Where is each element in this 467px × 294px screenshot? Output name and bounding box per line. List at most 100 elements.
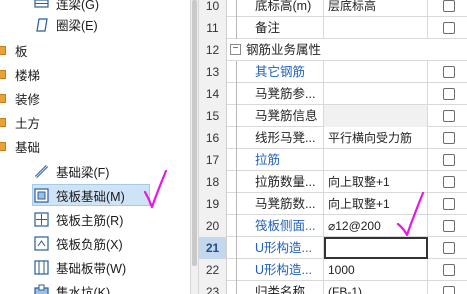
group-guide-line <box>236 83 237 105</box>
row-number[interactable]: 13 <box>199 61 227 83</box>
attach-checkbox[interactable] <box>443 88 455 100</box>
attach-checkbox[interactable] <box>443 220 455 232</box>
property-name: 马凳筋数... <box>227 193 324 215</box>
property-row[interactable]: 22 U形构造... 1000 <box>199 259 467 281</box>
property-row[interactable]: 13 其它钢筋 <box>199 61 467 83</box>
property-value[interactable] <box>324 17 428 39</box>
group-guide-line <box>236 259 237 281</box>
attach-checkbox[interactable] <box>443 198 455 210</box>
property-value[interactable] <box>324 149 428 171</box>
row-number[interactable]: 18 <box>199 171 227 193</box>
tree-item[interactable]: 筏板主筋(R) <box>0 208 190 231</box>
tree-category[interactable]: 基础 <box>0 135 190 158</box>
group-guide-line <box>236 127 237 149</box>
property-row[interactable]: 11 备注 <box>199 17 467 39</box>
row-number[interactable]: 12 <box>199 39 227 61</box>
row-number[interactable]: 16 <box>199 127 227 149</box>
attach-checkbox[interactable] <box>443 176 455 188</box>
property-name: 归类名称 <box>227 281 324 294</box>
tree-category[interactable]: 土方 <box>0 111 190 134</box>
attach-checkbox[interactable] <box>443 0 455 12</box>
attach-checkbox[interactable] <box>443 286 455 294</box>
row-number[interactable]: 14 <box>199 83 227 105</box>
tree-category-label: 板 <box>15 45 28 59</box>
tree-category[interactable]: 装修 <box>0 87 190 110</box>
tree-item[interactable]: 集水坑(K) <box>0 280 190 294</box>
group-guide-line <box>236 61 237 83</box>
tree-category-label: 楼梯 <box>15 69 41 83</box>
property-name: U形构造... <box>227 259 324 281</box>
row-number[interactable]: 23 <box>199 281 227 294</box>
property-row[interactable]: 20 筏板侧面... ⌀12@200 <box>199 215 467 237</box>
property-row[interactable]: 19 马凳筋数... 向上取整+1 <box>199 193 467 215</box>
property-value[interactable] <box>324 105 428 127</box>
property-name: 拉筋数量... <box>227 171 324 193</box>
attach-checkbox-cell <box>428 17 467 39</box>
attach-checkbox[interactable] <box>443 22 455 34</box>
folder-icon <box>0 118 6 127</box>
property-value[interactable]: 向上取整+1 <box>324 193 428 215</box>
folder-icon <box>0 46 6 55</box>
attach-checkbox[interactable] <box>443 132 455 144</box>
tree-category-label: 土方 <box>15 117 41 131</box>
collapse-toggle-icon[interactable]: − <box>230 44 241 55</box>
property-value[interactable]: (FB-1) <box>324 281 428 294</box>
property-grid: 10 底标高(m) 层底标高 11 备注 12− 钢筋业务属性 13 其它钢筋 14 马凳筋参...… <box>199 0 467 294</box>
row-number[interactable]: 10 <box>199 0 227 17</box>
property-row[interactable]: 17 拉筋 <box>199 149 467 171</box>
property-value[interactable]: 向上取整+1 <box>324 171 428 193</box>
property-row[interactable]: 21 U形构造... <box>199 237 467 259</box>
property-value[interactable] <box>324 61 428 83</box>
attach-checkbox-cell <box>428 105 467 127</box>
property-name: 线形马凳... <box>227 127 324 149</box>
group-guide-line <box>236 105 237 127</box>
property-row[interactable]: 15 马凳筋信息 <box>199 105 467 127</box>
row-number[interactable]: 21 <box>199 237 227 259</box>
attach-checkbox[interactable] <box>443 154 455 166</box>
raft-negative-rebar-icon <box>34 236 49 251</box>
property-name: 其它钢筋 <box>227 61 324 83</box>
ring-beam-icon <box>36 18 48 32</box>
property-row[interactable]: 14 马凳筋参... <box>199 83 467 105</box>
attach-checkbox[interactable] <box>443 66 455 78</box>
group-guide-line <box>236 215 237 237</box>
attach-checkbox[interactable] <box>443 242 455 254</box>
property-value[interactable]: ⌀12@200 <box>324 215 428 237</box>
tree-category[interactable]: 板 <box>0 39 190 62</box>
tree-item-label: 圈梁(E) <box>56 19 98 33</box>
row-number[interactable]: 19 <box>199 193 227 215</box>
property-row[interactable]: 16 线形马凳... 平行横向受力筋 <box>199 127 467 149</box>
row-number[interactable]: 22 <box>199 259 227 281</box>
row-number[interactable]: 17 <box>199 149 227 171</box>
property-row[interactable]: 10 底标高(m) 层底标高 <box>199 0 467 17</box>
group-header: − 钢筋业务属性 <box>227 39 467 61</box>
group-guide-line <box>236 281 237 294</box>
property-row[interactable]: 18 拉筋数量... 向上取整+1 <box>199 171 467 193</box>
row-number[interactable]: 11 <box>199 17 227 39</box>
property-name: 马凳筋信息 <box>227 105 324 127</box>
property-value[interactable] <box>324 83 428 105</box>
tree-item[interactable]: 筏板基础(M) <box>0 184 190 207</box>
foundation-beam-icon <box>34 164 49 179</box>
property-value-editor[interactable] <box>324 237 428 259</box>
row-number[interactable]: 20 <box>199 215 227 237</box>
sump-pit-icon <box>34 284 49 294</box>
tree-item[interactable]: 圈梁(E) <box>0 13 190 36</box>
attach-checkbox[interactable] <box>443 110 455 122</box>
attach-checkbox[interactable] <box>443 264 455 276</box>
property-group-row[interactable]: 12− 钢筋业务属性 <box>199 39 467 61</box>
tree-item[interactable]: 基础板带(W) <box>0 256 190 279</box>
property-value[interactable]: 1000 <box>324 259 428 281</box>
attach-checkbox-cell <box>428 83 467 105</box>
property-value[interactable]: 层底标高 <box>324 0 428 17</box>
tree-item[interactable]: 筏板负筋(X) <box>0 232 190 255</box>
tree-category[interactable]: 楼梯 <box>0 63 190 86</box>
tree-item[interactable]: 基础梁(F) <box>0 160 190 183</box>
property-name: 拉筋 <box>227 149 324 171</box>
folder-icon <box>0 94 6 103</box>
attach-checkbox-cell <box>428 215 467 237</box>
property-row[interactable]: 23 归类名称 (FB-1) <box>199 281 467 294</box>
tree-scrollbar-thumb[interactable] <box>192 0 197 266</box>
row-number[interactable]: 15 <box>199 105 227 127</box>
property-value[interactable]: 平行横向受力筋 <box>324 127 428 149</box>
